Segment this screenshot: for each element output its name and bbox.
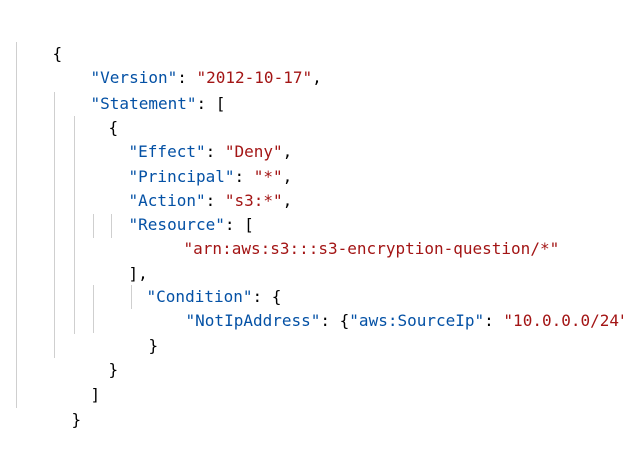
code-line: "NotIpAddress": {"aws:SourceIp": "10.0.0…	[147, 285, 624, 330]
punctuation: ,	[282, 191, 293, 210]
code-line: "Effect": "Deny",	[90, 116, 293, 161]
code-line: "Condition": {	[108, 261, 282, 306]
punctuation: : [	[196, 94, 226, 113]
json-string: "arn:aws:s3:::s3-encryption-question/*"	[183, 239, 560, 258]
code-line: {	[70, 92, 119, 137]
punctuation: }	[71, 410, 82, 429]
json-string: "10.0.0.0/24"	[503, 311, 624, 330]
code-line: "Statement": [	[52, 68, 226, 113]
punctuation: : {	[320, 311, 350, 330]
code-line: {	[14, 18, 63, 63]
punctuation: ,	[312, 68, 322, 87]
code-line: ]	[52, 359, 101, 404]
json-key: "NotIpAddress"	[185, 311, 321, 330]
punctuation: }	[108, 360, 119, 379]
code-line: ],	[90, 238, 148, 283]
code-line: }	[70, 334, 119, 379]
code-line: "Action": "s3:*",	[90, 165, 293, 210]
punctuation: }	[148, 336, 159, 355]
code-line: "Version": "2012-10-17",	[52, 42, 322, 87]
code-line: "Resource": [	[90, 189, 254, 234]
json-policy-code-view: { "Version": "2012-10-17", "Statement": …	[0, 0, 624, 429]
indent-guide	[16, 42, 17, 408]
code-line: }	[110, 310, 159, 355]
punctuation: :	[484, 311, 504, 330]
code-line: }	[33, 384, 82, 429]
code-line: "Principal": "*",	[90, 141, 293, 186]
code-line: "arn:aws:s3:::s3-encryption-question/*"	[145, 213, 560, 258]
punctuation: ]	[90, 385, 101, 404]
json-key: "aws:SourceIp"	[349, 311, 485, 330]
